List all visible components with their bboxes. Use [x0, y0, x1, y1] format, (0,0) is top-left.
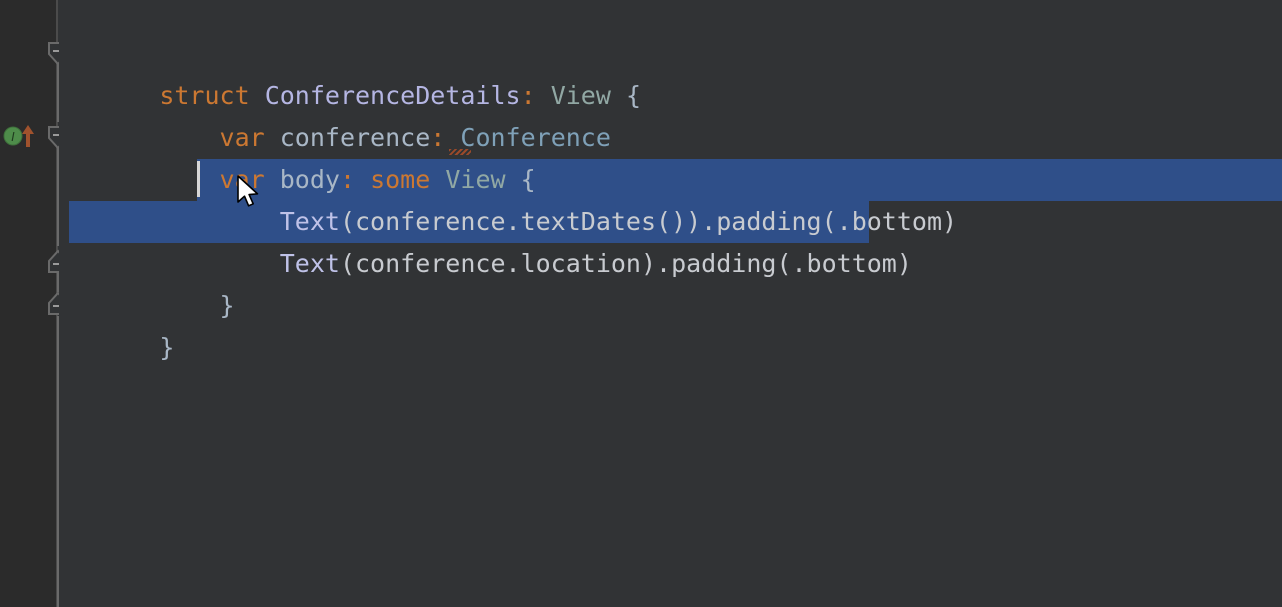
code-line-1[interactable]: struct ConferenceDetails: View {	[59, 33, 641, 110]
code-line-7-text: }	[149, 333, 174, 362]
code-line-5[interactable]: Text(conference.location).padding(.botto…	[59, 201, 912, 278]
code-token: }	[219, 291, 235, 320]
code-line-4[interactable]: Text(conference.textDates()).padding(.bo…	[59, 159, 957, 236]
code-token: (conference.location).padding(.bottom)	[339, 249, 912, 278]
code-line-7[interactable]: }	[59, 285, 174, 362]
code-surface[interactable]: struct ConferenceDetails: View { var con…	[59, 0, 1282, 607]
code-line-2[interactable]: var conference: Conference	[59, 75, 611, 152]
svg-text:I: I	[11, 130, 15, 144]
code-line-5-text: Text(conference.location).padding(.botto…	[149, 249, 912, 278]
code-line-6[interactable]: }	[59, 243, 235, 320]
code-token: {	[625, 81, 642, 110]
code-token: }	[159, 333, 175, 362]
overrides-arrow-icon[interactable]	[20, 123, 36, 153]
code-editor[interactable]: I struct ConferenceDetails: View { var c…	[0, 0, 1282, 607]
error-squiggle-underline	[449, 149, 471, 155]
code-token: Text	[279, 249, 340, 278]
